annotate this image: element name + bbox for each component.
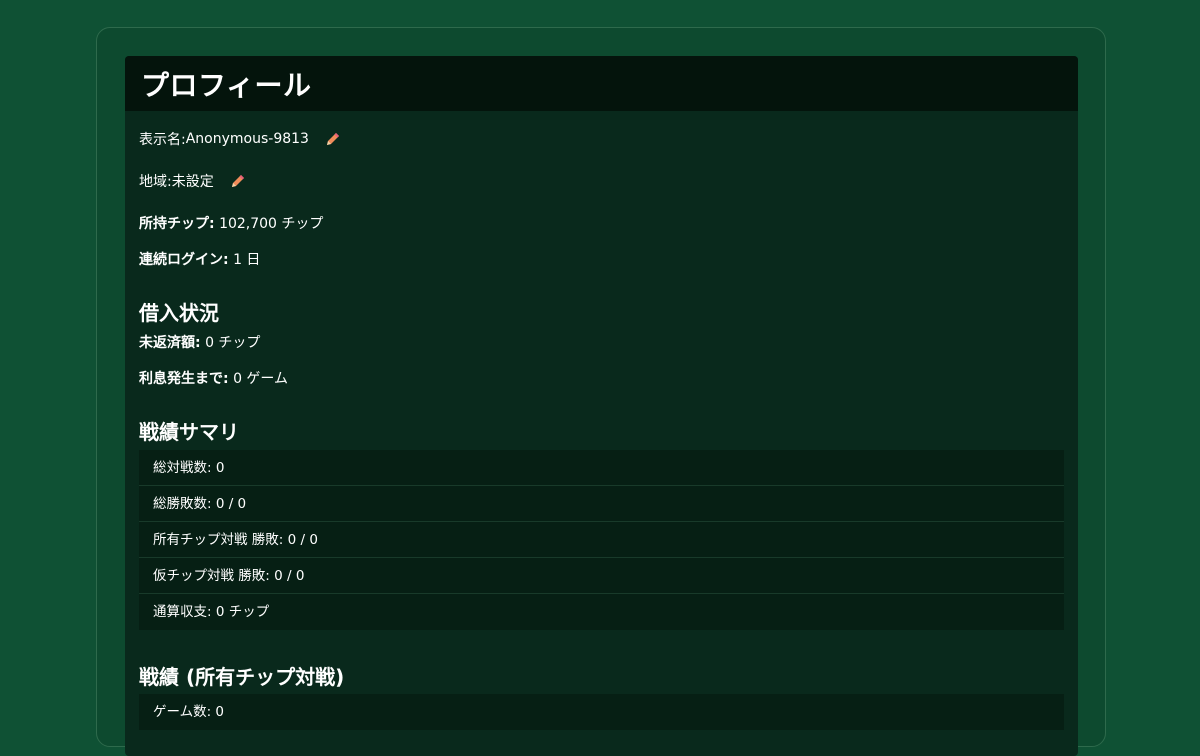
list-item: 通算収支: 0 チップ bbox=[139, 594, 1064, 630]
list-item: 所有チップ対戦 勝敗: 0 / 0 bbox=[139, 522, 1064, 558]
outstanding-row: 未返済額: 0 チップ bbox=[139, 332, 260, 352]
login-row: 連続ログイン: 1 日 bbox=[139, 249, 260, 269]
display-name-label: 表示名: bbox=[139, 132, 186, 148]
region-label: 地域: bbox=[139, 174, 172, 190]
chips-row: 所持チップ: 102,700 チップ bbox=[139, 213, 323, 233]
outstanding-label: 未返済額: bbox=[139, 335, 201, 351]
list-item: ゲーム数: 0 bbox=[139, 694, 1064, 730]
summary-heading: 戦績サマリ bbox=[139, 420, 239, 444]
chips-label: 所持チップ: bbox=[139, 216, 215, 232]
region-value: 未設定 bbox=[171, 174, 214, 190]
pencil-icon[interactable] bbox=[230, 173, 246, 189]
chips-value: 102,700 チップ bbox=[219, 216, 324, 232]
summary-list: 総対戦数: 0 総勝敗数: 0 / 0 所有チップ対戦 勝敗: 0 / 0 仮チ… bbox=[139, 450, 1064, 630]
loan-heading: 借入状況 bbox=[139, 301, 219, 325]
display-name-row: 表示名: Anonymous-9813 bbox=[139, 129, 341, 149]
list-item: 総勝敗数: 0 / 0 bbox=[139, 486, 1064, 522]
page-title: プロフィール bbox=[141, 68, 312, 102]
panel-header: プロフィール bbox=[125, 56, 1078, 111]
login-value: 1 日 bbox=[233, 252, 261, 268]
owned-record-heading: 戦績 (所有チップ対戦) bbox=[139, 665, 345, 689]
outstanding-value: 0 チップ bbox=[205, 335, 261, 351]
pencil-icon[interactable] bbox=[325, 131, 341, 147]
region-row: 地域: 未設定 bbox=[139, 171, 246, 191]
list-item: 総対戦数: 0 bbox=[139, 450, 1064, 486]
list-item: 仮チップ対戦 勝敗: 0 / 0 bbox=[139, 558, 1064, 594]
login-label: 連続ログイン: bbox=[139, 252, 229, 268]
interest-row: 利息発生まで: 0 ゲーム bbox=[139, 368, 288, 388]
interest-label: 利息発生まで: bbox=[139, 371, 229, 387]
display-name-value: Anonymous-9813 bbox=[185, 131, 309, 147]
interest-value: 0 ゲーム bbox=[233, 371, 288, 387]
profile-panel: プロフィール 表示名: Anonymous-9813 地域: 未設定 所持チップ… bbox=[125, 56, 1078, 756]
owned-record-list: ゲーム数: 0 bbox=[139, 694, 1064, 730]
outer-card: プロフィール 表示名: Anonymous-9813 地域: 未設定 所持チップ… bbox=[96, 27, 1106, 756]
